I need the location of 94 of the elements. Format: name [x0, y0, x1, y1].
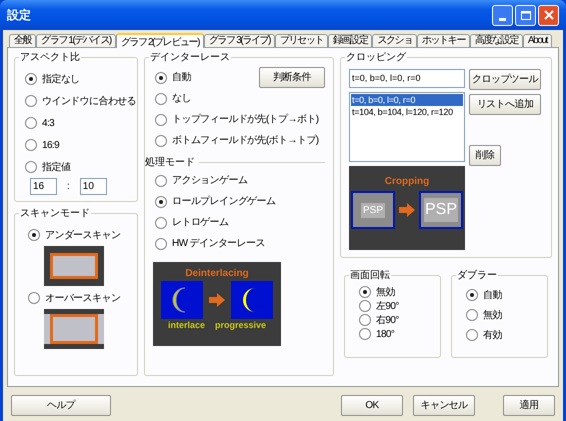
scan-drawing	[44, 309, 104, 349]
push-button[interactable]: 削除	[469, 145, 501, 166]
radio-label: ロールプレイングゲーム	[172, 194, 276, 209]
radio-label: 自動	[483, 288, 502, 302]
radio-button[interactable]	[155, 114, 167, 126]
list-item[interactable]: t=104, b=104, l=120, r=120	[351, 106, 463, 118]
radio-button[interactable]	[466, 309, 478, 321]
push-button[interactable]: リストへ追加	[469, 94, 541, 115]
push-button[interactable]: ヘルプ	[11, 394, 111, 416]
radio-label: 無効	[483, 308, 502, 322]
push-button[interactable]: 判断条件	[259, 67, 325, 88]
radio-button[interactable]	[466, 329, 478, 341]
tab[interactable]: About	[522, 34, 552, 47]
push-button[interactable]: OK	[341, 394, 403, 416]
group-title: 画面回転	[349, 269, 391, 283]
diagram-title: Cropping	[384, 175, 430, 189]
radio-button[interactable]	[155, 174, 167, 186]
radio-label: 指定なし	[42, 72, 80, 86]
close-icon	[544, 10, 554, 20]
screen-label: PSP	[360, 202, 385, 218]
radio-label: 16:9	[42, 138, 60, 152]
crop-input[interactable]: t=0, b=0, l=0, r=0	[349, 69, 465, 88]
radio-label: トップフィールドが先(トプ→ボト)	[172, 112, 318, 127]
tab[interactable]: グラフ 3(ライブ)	[204, 34, 276, 47]
moon-icon	[161, 281, 203, 319]
window-title: 設定	[7, 7, 32, 24]
diagram-title: Deinterlacing	[185, 267, 249, 281]
close-button[interactable]	[538, 4, 559, 26]
radio-button[interactable]	[359, 328, 371, 340]
radio-button[interactable]	[25, 73, 37, 85]
maximize-icon	[520, 10, 530, 20]
radio-label: レトロゲーム	[172, 216, 228, 230]
diagram-label: progressive	[215, 319, 266, 332]
radio-label: 左90°	[376, 300, 399, 314]
arrow-icon	[399, 203, 415, 217]
radio-label: 4:3	[42, 116, 54, 130]
radio-label: 指定値	[42, 160, 70, 174]
radio-label: オーバースキャン	[45, 292, 120, 306]
radio-button[interactable]	[155, 196, 167, 208]
radio-button[interactable]	[155, 92, 167, 104]
tab[interactable]: グラフ 1(デバイス)	[36, 34, 116, 47]
radio-label: アンダースキャン	[45, 228, 120, 242]
screen-label: PSP	[424, 198, 458, 222]
radio-button[interactable]	[25, 139, 37, 151]
radio-button[interactable]	[155, 216, 167, 228]
tab[interactable]: 録画設定	[328, 34, 372, 47]
ratio-separator: :	[66, 180, 71, 194]
radio-label: ボトムフィールドが先(ボト→トプ)	[172, 134, 318, 148]
radio-button[interactable]	[466, 289, 478, 301]
maximize-button[interactable]	[515, 4, 536, 26]
group-title: スキャンモード	[19, 207, 91, 221]
radio-label: 有効	[483, 328, 502, 342]
moon-icon	[231, 281, 273, 319]
arrow-icon	[209, 293, 225, 307]
radio-label: アクションゲーム	[172, 174, 248, 188]
tab[interactable]: 高度な設定	[470, 34, 523, 47]
radio-button[interactable]	[359, 300, 371, 312]
radio-button[interactable]	[28, 229, 40, 241]
radio-button[interactable]	[25, 95, 37, 107]
minimize-icon	[499, 18, 506, 20]
group-title: ダブラー	[456, 268, 498, 283]
radio-button[interactable]	[25, 161, 37, 173]
scan-drawing	[44, 246, 104, 286]
radio-label: 自動	[172, 71, 191, 85]
radio-button[interactable]	[155, 72, 167, 84]
radio-button[interactable]	[155, 238, 167, 250]
radio-button[interactable]	[359, 314, 371, 326]
radio-button[interactable]	[359, 286, 371, 298]
group-title: クロッピング	[345, 51, 407, 65]
diagram-label: interlace	[168, 319, 205, 332]
radio-label: 180°	[376, 328, 394, 342]
push-button[interactable]: クロップツール	[469, 69, 541, 90]
height-input[interactable]: 10	[80, 178, 107, 195]
push-button[interactable]: 適用	[503, 394, 555, 416]
radio-button[interactable]	[28, 292, 40, 304]
group-title: デインターレース	[149, 51, 231, 65]
tab[interactable]: ホットキー	[416, 34, 470, 47]
radio-label: なし	[172, 92, 191, 106]
tab[interactable]: スクショ	[372, 34, 417, 47]
tab[interactable]: プリセット	[275, 34, 328, 47]
radio-label: ウインドウに合わせる	[42, 94, 136, 108]
minimize-button[interactable]	[492, 4, 513, 26]
tab[interactable]: グラフ 2(プレビュー)	[116, 33, 204, 48]
radio-button[interactable]	[155, 134, 167, 146]
group-title: アスペクト比	[19, 50, 81, 65]
section-title: 処理モード	[145, 156, 195, 170]
radio-label: HW デインターレース	[172, 237, 265, 251]
list-item[interactable]: t=0, b=0, l=0, r=0	[351, 94, 463, 106]
push-button[interactable]: キャンセル	[413, 394, 475, 416]
width-input[interactable]: 16	[30, 178, 57, 195]
tab[interactable]: 全般	[9, 34, 36, 47]
radio-button[interactable]	[25, 117, 37, 129]
radio-label: 無効	[376, 286, 395, 300]
radio-label: 右90°	[376, 314, 399, 328]
